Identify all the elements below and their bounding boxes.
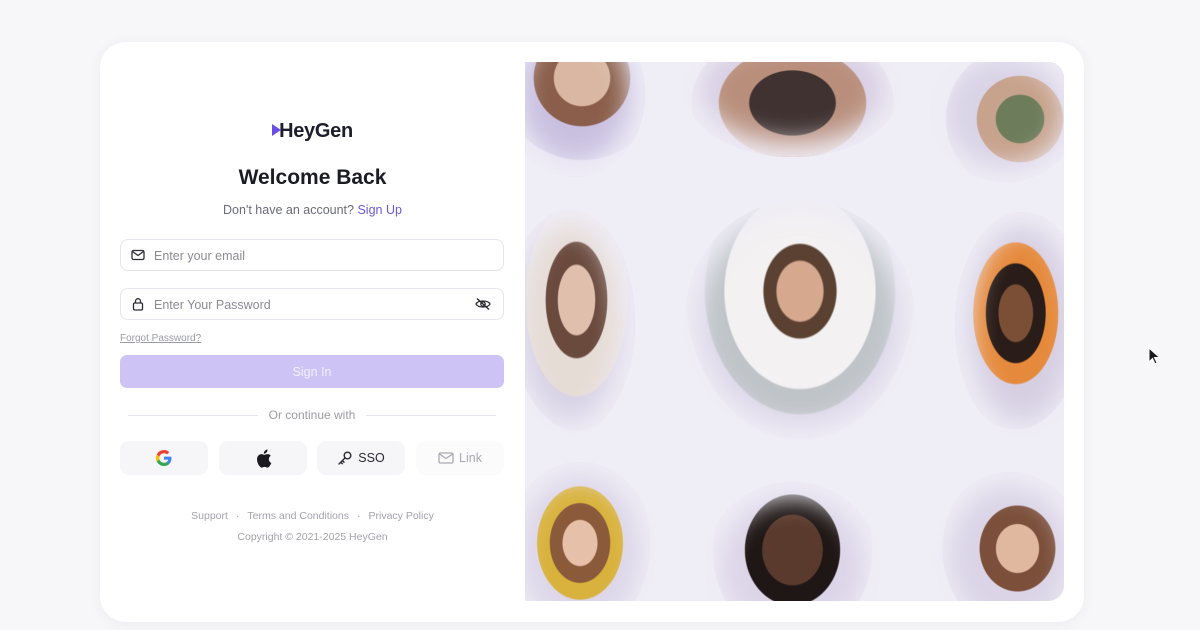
key-icon [338, 451, 352, 465]
login-panel: HeyGen Welcome Back Don't have an accoun… [100, 42, 525, 622]
footer-links: Support · Terms and Conditions · Privacy Pol… [100, 510, 525, 522]
forgot-password-link[interactable]: Forgot Password? [120, 333, 201, 344]
sign-in-button[interactable]: Sign In [120, 355, 504, 388]
mouse-cursor-icon [1148, 347, 1161, 365]
login-card: HeyGen Welcome Back Don't have an accoun… [100, 42, 1084, 622]
copyright: Copyright © 2021-2025 HeyGen [237, 531, 388, 543]
lock-icon [132, 298, 144, 311]
page-title: Welcome Back [238, 166, 387, 189]
terms-link[interactable]: Terms and Conditions [247, 510, 349, 522]
avatar-image [955, 212, 1064, 437]
link-label: Link [459, 451, 482, 465]
apple-icon [256, 449, 271, 468]
separator: · [356, 510, 361, 522]
mail-icon [131, 249, 145, 261]
avatar-image [930, 62, 1064, 182]
divider-text: Or continue with [268, 408, 356, 422]
avatar-image [525, 62, 645, 177]
magic-link-login-button[interactable]: Link [416, 441, 504, 475]
avatar-image [525, 210, 635, 435]
sso-label: SSO [358, 451, 385, 465]
separator: · [235, 510, 240, 522]
support-link[interactable]: Support [191, 510, 228, 522]
google-login-button[interactable] [120, 441, 208, 475]
continue-divider: Or continue with [128, 408, 496, 422]
heygen-logo: HeyGen [100, 120, 525, 143]
avatar-image [935, 472, 1064, 601]
password-field[interactable] [120, 288, 504, 321]
avatar-image [525, 462, 655, 601]
avatar-image [705, 482, 880, 601]
apple-login-button[interactable] [219, 441, 307, 475]
email-field[interactable] [120, 239, 504, 272]
eye-off-icon[interactable] [475, 297, 491, 311]
privacy-link[interactable]: Privacy Policy [368, 510, 433, 522]
logo-text: HeyGen [279, 120, 353, 142]
avatar-collage [525, 62, 1064, 601]
signup-prompt-text: Don't have an account? [223, 203, 354, 217]
mail-icon [438, 452, 454, 464]
email-input[interactable] [152, 240, 456, 272]
sign-up-link[interactable]: Sign Up [357, 203, 401, 217]
avatar-image [685, 62, 900, 157]
sso-login-button[interactable]: SSO [317, 441, 405, 475]
signup-prompt: Don't have an account? Sign Up [100, 203, 525, 217]
google-icon [156, 450, 172, 466]
password-input[interactable] [152, 289, 456, 321]
avatar-image [685, 200, 915, 440]
